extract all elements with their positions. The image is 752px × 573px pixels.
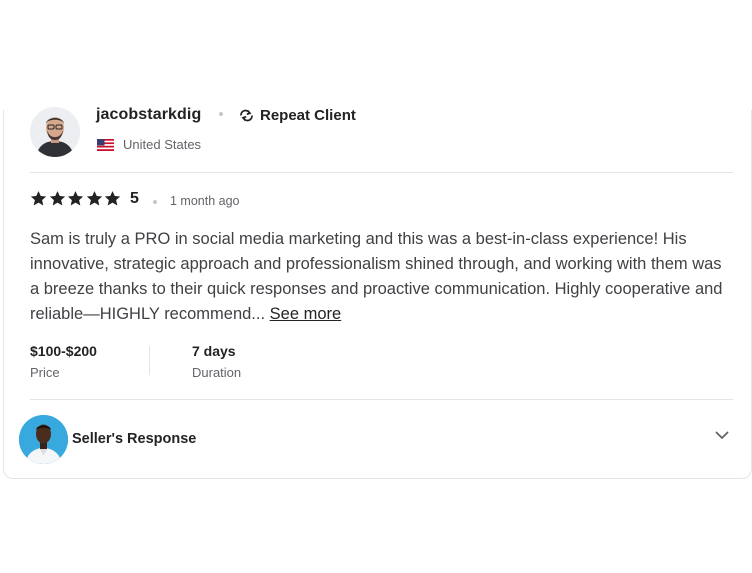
stats-divider	[149, 346, 150, 375]
expand-response-button[interactable]	[714, 427, 730, 448]
duration-label: Duration	[192, 365, 242, 380]
seller-avatar	[19, 415, 68, 464]
reviewer-country: United States	[97, 137, 201, 152]
reviewer-avatar[interactable]	[30, 107, 80, 157]
country-label: United States	[123, 137, 202, 152]
review-text-block: Sam is truly a PRO in social media marke…	[30, 227, 735, 327]
price-label: Price	[30, 365, 60, 380]
star-rating	[30, 190, 123, 207]
repeat-icon	[240, 109, 253, 122]
see-more-link[interactable]: See more	[270, 305, 342, 323]
repeat-client-label: Repeat Client	[260, 107, 356, 124]
review-text: Sam is truly a PRO in social media marke…	[30, 230, 723, 323]
sellers-response-title[interactable]: Seller's Response	[72, 431, 196, 447]
separator-dot	[153, 200, 157, 204]
review-date: 1 month ago	[170, 194, 240, 208]
price-value: $100-$200	[30, 343, 97, 359]
header-divider	[30, 172, 733, 173]
reviewer-photo-icon	[30, 107, 80, 157]
star-icon	[30, 191, 47, 206]
rating-value: 5	[130, 190, 139, 207]
star-icon	[104, 191, 121, 206]
star-icon	[67, 191, 84, 206]
seller-photo-icon	[19, 415, 68, 464]
us-flag-icon	[97, 138, 114, 151]
star-icon	[49, 191, 65, 206]
duration-value: 7 days	[192, 343, 236, 359]
star-icon	[86, 191, 102, 206]
response-divider	[30, 399, 733, 400]
repeat-client-badge: Repeat Client	[238, 107, 356, 124]
separator-dot	[219, 112, 223, 116]
reviewer-username[interactable]: jacobstarkdig	[96, 106, 201, 124]
chevron-down-icon	[715, 431, 729, 439]
